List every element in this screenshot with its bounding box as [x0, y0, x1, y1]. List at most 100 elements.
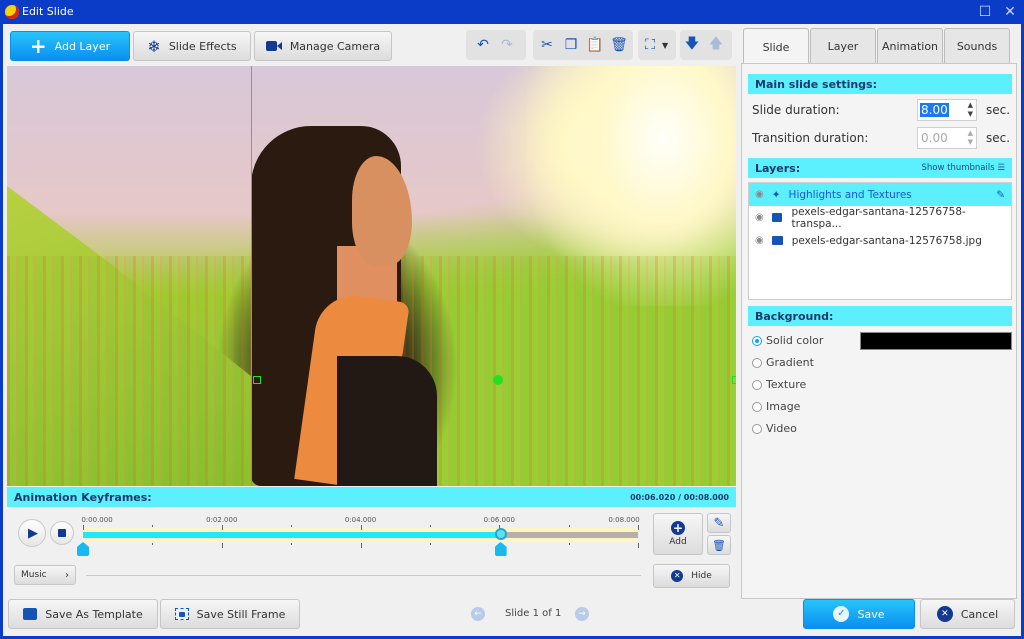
visibility-eye-icon[interactable]: ◉ [755, 235, 764, 246]
add-circle-icon: + [671, 521, 685, 535]
radio-button[interactable] [752, 379, 762, 390]
tick-mark [291, 543, 293, 545]
music-button[interactable]: Music › [14, 565, 76, 585]
tick-label: 0:02.000 [206, 516, 238, 524]
hide-button[interactable]: ✕ Hide [653, 564, 730, 588]
photo-subject-top [337, 356, 437, 486]
keyframe-marker[interactable] [494, 542, 507, 556]
add-layer-button[interactable]: + Add Layer [10, 31, 130, 61]
move-up-icon[interactable]: 🡅 [704, 33, 728, 57]
pencil-icon: ✎ [713, 515, 725, 531]
background-option-gradient[interactable]: Gradient [752, 356, 814, 369]
play-button[interactable]: ▶ [18, 519, 46, 547]
cut-icon[interactable]: ✂ [535, 33, 559, 57]
show-thumbnails-button[interactable]: Show thumbnails ☰ [922, 163, 1006, 173]
tick-label: 0:08.000 [608, 516, 640, 524]
layer-item[interactable]: ◉ pexels-edgar-santana-12576758.jpg [749, 229, 1011, 252]
timeline-remaining [500, 532, 638, 538]
image-layer-icon [771, 213, 783, 222]
layer-item[interactable]: ◉ ✦ Highlights and Textures ✎ [749, 183, 1011, 206]
tick-label: 0:06.000 [483, 516, 515, 524]
add-keyframe-button[interactable]: + Add [653, 513, 703, 555]
layer-item[interactable]: ◉ pexels-edgar-santana-12576758-transpa..… [749, 206, 1011, 230]
slide-duration-input[interactable]: 8.00 ▲ ▼ [917, 99, 977, 121]
camera-icon [265, 40, 282, 52]
copy-icon[interactable]: ❐ [559, 33, 583, 57]
move-down-icon[interactable]: 🡇 [680, 33, 704, 57]
save-still-frame-label: Save Still Frame [196, 607, 286, 621]
option-label: Video [766, 422, 797, 435]
option-label: Image [766, 400, 801, 413]
maximize-button[interactable]: ☐ [975, 3, 995, 21]
tick-mark [429, 525, 431, 527]
save-label: Save [857, 607, 885, 621]
slide-effects-label: Slide Effects [168, 39, 237, 53]
tab-slide[interactable]: Slide [743, 28, 809, 65]
slide-preview-canvas[interactable] [7, 66, 736, 486]
save-button[interactable]: ✓ Save [803, 599, 915, 629]
delete-icon[interactable]: 🗑 [607, 33, 631, 57]
background-option-texture[interactable]: Texture [752, 378, 806, 391]
slide-effects-button[interactable]: ❄ Slide Effects [133, 31, 251, 61]
background-header: Background: [748, 306, 1012, 326]
redo-icon[interactable]: ↷ [495, 33, 519, 57]
playhead[interactable] [494, 528, 507, 540]
edit-pencil-icon[interactable]: ✎ [996, 189, 1005, 201]
radio-button[interactable] [752, 357, 762, 368]
resize-handle-right[interactable] [732, 376, 736, 384]
play-icon: ▶ [28, 525, 38, 541]
background-option-video[interactable]: Video [752, 422, 797, 435]
edit-keyframe-button[interactable]: ✎ [707, 513, 731, 533]
add-keyframe-label: Add [669, 537, 687, 547]
tick-label: 0:04.000 [344, 516, 377, 524]
transition-duration-value: 0.00 [921, 131, 948, 145]
stop-icon [58, 529, 66, 537]
tab-sounds[interactable]: Sounds [944, 28, 1010, 64]
save-as-template-button[interactable]: Save As Template [8, 599, 158, 629]
background-option-solid-color[interactable]: Solid color [752, 334, 823, 347]
resize-handle-left[interactable] [253, 376, 261, 384]
dropdown-arrow-icon[interactable]: ▼ [662, 41, 668, 50]
visibility-eye-icon[interactable]: ◉ [755, 189, 764, 200]
undo-icon[interactable]: ↶ [471, 33, 495, 57]
transition-duration-input[interactable]: 0.00 ▲ ▼ [917, 127, 977, 149]
manage-camera-button[interactable]: Manage Camera [254, 31, 392, 61]
tick-mark [83, 525, 84, 530]
delete-keyframe-button[interactable]: 🗑 [707, 535, 731, 555]
plus-icon: + [29, 34, 47, 58]
radio-button[interactable] [752, 335, 762, 346]
radio-button[interactable] [752, 401, 762, 412]
cancel-icon: ✕ [936, 606, 953, 622]
tab-animation[interactable]: Animation [877, 28, 943, 64]
close-window-button[interactable]: ✕ [1000, 3, 1020, 21]
tick-mark [221, 543, 223, 548]
edit-slide-window: + Add Layer ❄ Slide Effects Manage Camer… [3, 24, 1021, 636]
layer-name: pexels-edgar-santana-12576758.jpg [791, 234, 982, 247]
paste-icon[interactable]: 📋 [583, 33, 607, 57]
background-color-swatch[interactable] [860, 332, 1012, 350]
background-option-image[interactable]: Image [752, 400, 800, 413]
tick-mark [221, 525, 223, 530]
manage-camera-label: Manage Camera [289, 39, 381, 53]
spinner-arrows-icon[interactable]: ▲ ▼ [968, 101, 973, 119]
keyframe-marker[interactable] [77, 542, 89, 556]
cancel-button[interactable]: ✕ Cancel [920, 599, 1015, 629]
keyframe-timeline[interactable]: 0:00.000 0:02.000 0:04.000 0:06.000 0:08.000 [77, 516, 640, 562]
checkmark-icon: ✓ [833, 606, 850, 622]
stop-button[interactable] [50, 521, 74, 545]
layers-list: ◉ ✦ Highlights and Textures ✎ ◉ pexels-edgar-… [748, 182, 1012, 300]
tab-layer[interactable]: Layer [810, 28, 876, 64]
radio-button[interactable] [752, 423, 762, 434]
previous-slide-button[interactable]: ← [471, 607, 485, 621]
close-circle-icon: ✕ [671, 570, 684, 582]
save-still-frame-button[interactable]: Save Still Frame [160, 599, 300, 629]
music-track [86, 575, 641, 576]
add-layer-label: Add Layer [54, 39, 111, 53]
option-label: Solid color [766, 334, 824, 347]
center-handle[interactable] [493, 375, 503, 385]
spinner-arrows-icon[interactable]: ▲ ▼ [968, 129, 973, 147]
tick-mark [152, 543, 154, 545]
visibility-eye-icon[interactable]: ◉ [755, 212, 764, 223]
fit-icon[interactable]: ⛶ [638, 33, 662, 57]
next-slide-button[interactable]: → [575, 607, 589, 621]
